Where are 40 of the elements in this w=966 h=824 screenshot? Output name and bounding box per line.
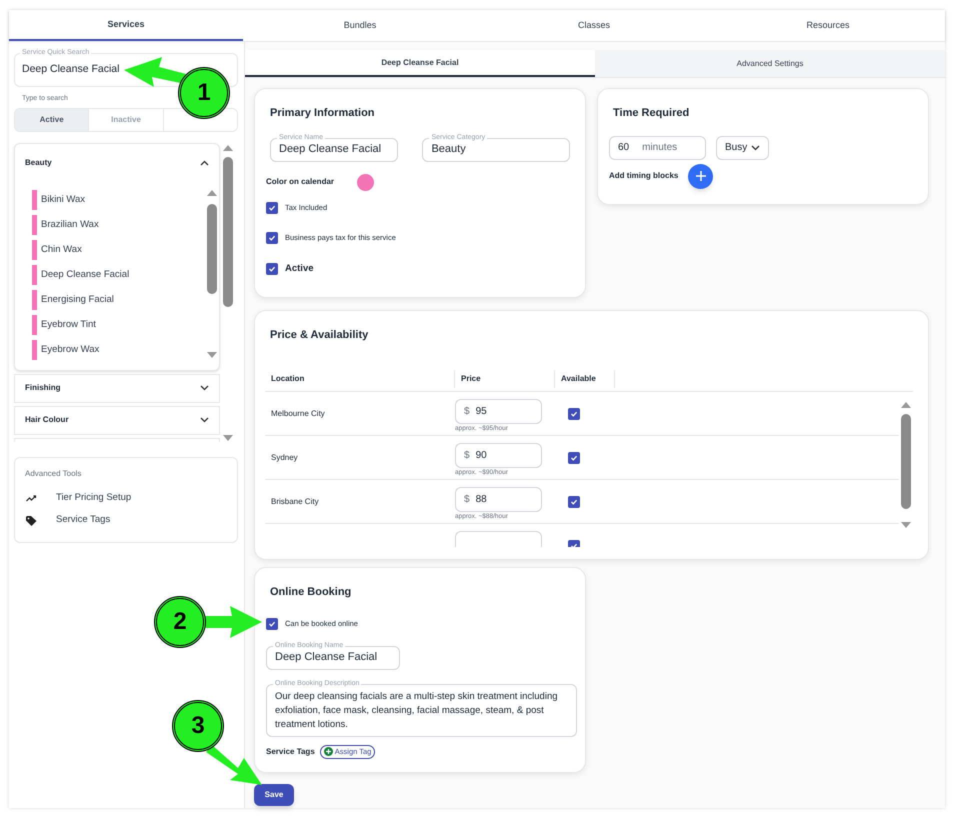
service-item[interactable]: Chin Wax bbox=[41, 242, 82, 258]
top-tab[interactable]: Bundles bbox=[243, 10, 477, 41]
tools-title: Advanced Tools bbox=[25, 468, 82, 480]
filter-tab[interactable]: Active bbox=[15, 108, 90, 130]
price-field[interactable]: $ 88 bbox=[455, 486, 542, 512]
category-header[interactable]: Hair Colour bbox=[14, 406, 220, 434]
card-title: Time Required bbox=[613, 106, 690, 121]
service-item[interactable]: Bikini Wax bbox=[41, 192, 85, 208]
sub-tab[interactable]: Advanced Settings bbox=[595, 50, 945, 77]
top-tab[interactable]: Resources bbox=[711, 10, 945, 41]
service-item[interactable]: Energising Facial bbox=[41, 292, 114, 308]
top-tab[interactable]: Classes bbox=[477, 10, 711, 41]
price-field[interactable]: $ 90 bbox=[455, 442, 542, 468]
category-header[interactable]: Beauty bbox=[15, 144, 219, 182]
status-dropdown[interactable]: Busy bbox=[716, 136, 770, 160]
service-item[interactable]: Brazilian Wax bbox=[41, 218, 99, 232]
service-item[interactable]: Eyebrow Tint bbox=[41, 318, 96, 332]
tags-label: Service Tags bbox=[266, 746, 315, 758]
tool-link[interactable]: Service Tags bbox=[56, 513, 110, 528]
column-header: Location bbox=[265, 370, 455, 388]
location-cell: Sydney bbox=[271, 452, 298, 464]
add-timing-label: Add timing blocks bbox=[609, 170, 678, 182]
column-header: Price bbox=[455, 370, 555, 388]
location-cell: Brisbane City bbox=[271, 496, 319, 508]
tool-link[interactable]: Tier Pricing Setup bbox=[56, 491, 132, 506]
column-header: Available bbox=[555, 370, 615, 388]
description-text: Our deep cleansing facials are a multi-step skin treatment including exfoliation, face mask, cleansing, facial massage, steam, & post treatment lotions. bbox=[275, 690, 558, 730]
service-item[interactable]: Deep Cleanse Facial bbox=[41, 268, 130, 282]
save-button[interactable]: Save bbox=[254, 784, 294, 806]
card-title: Online Booking bbox=[270, 585, 352, 600]
location-cell: Melbourne City bbox=[271, 408, 325, 420]
sub-tab[interactable]: Deep Cleanse Facial bbox=[245, 50, 595, 77]
checkbox-label: Active bbox=[285, 262, 314, 276]
card-title: Primary Information bbox=[270, 106, 376, 121]
price-field[interactable]: $ 95 bbox=[455, 398, 542, 424]
color-label: Color on calendar bbox=[266, 176, 336, 188]
duration-field[interactable]: 60 minutes bbox=[609, 136, 706, 160]
service-item[interactable]: Eyebrow Wax bbox=[41, 342, 100, 358]
card-title: Price & Availability bbox=[270, 328, 370, 343]
category-header[interactable]: Finishing bbox=[14, 374, 220, 402]
